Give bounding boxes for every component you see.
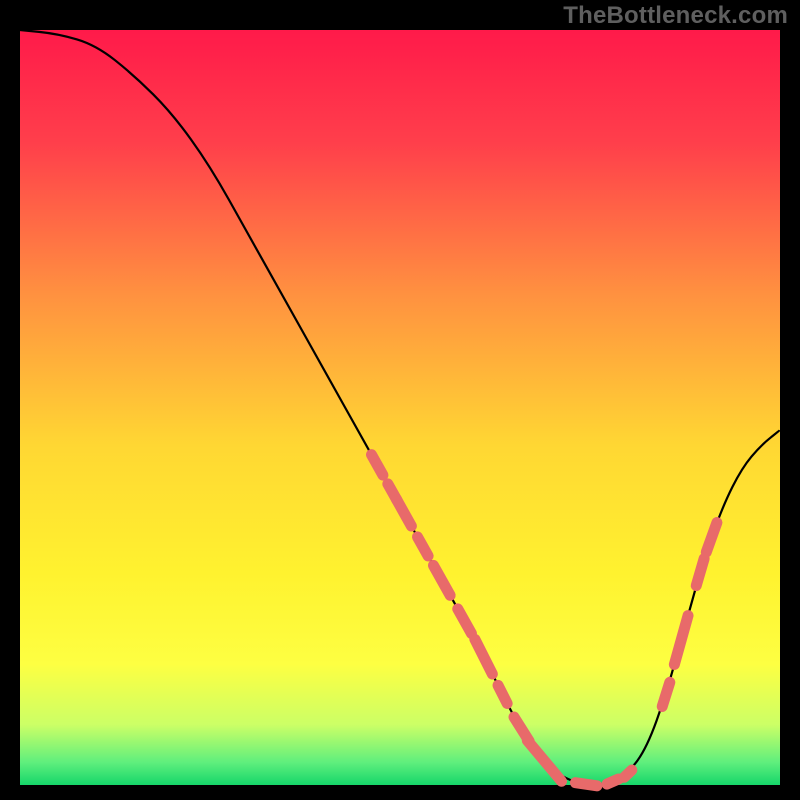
highlight-dash — [575, 783, 596, 786]
plot-background — [20, 30, 780, 785]
watermark-text: TheBottleneck.com — [563, 2, 788, 30]
highlight-dash — [662, 682, 670, 706]
chart-svg — [0, 0, 800, 800]
highlight-dash — [624, 770, 632, 777]
bottleneck-chart: TheBottleneck.com — [0, 0, 800, 800]
highlight-dash — [696, 559, 704, 586]
highlight-dash — [607, 779, 619, 784]
